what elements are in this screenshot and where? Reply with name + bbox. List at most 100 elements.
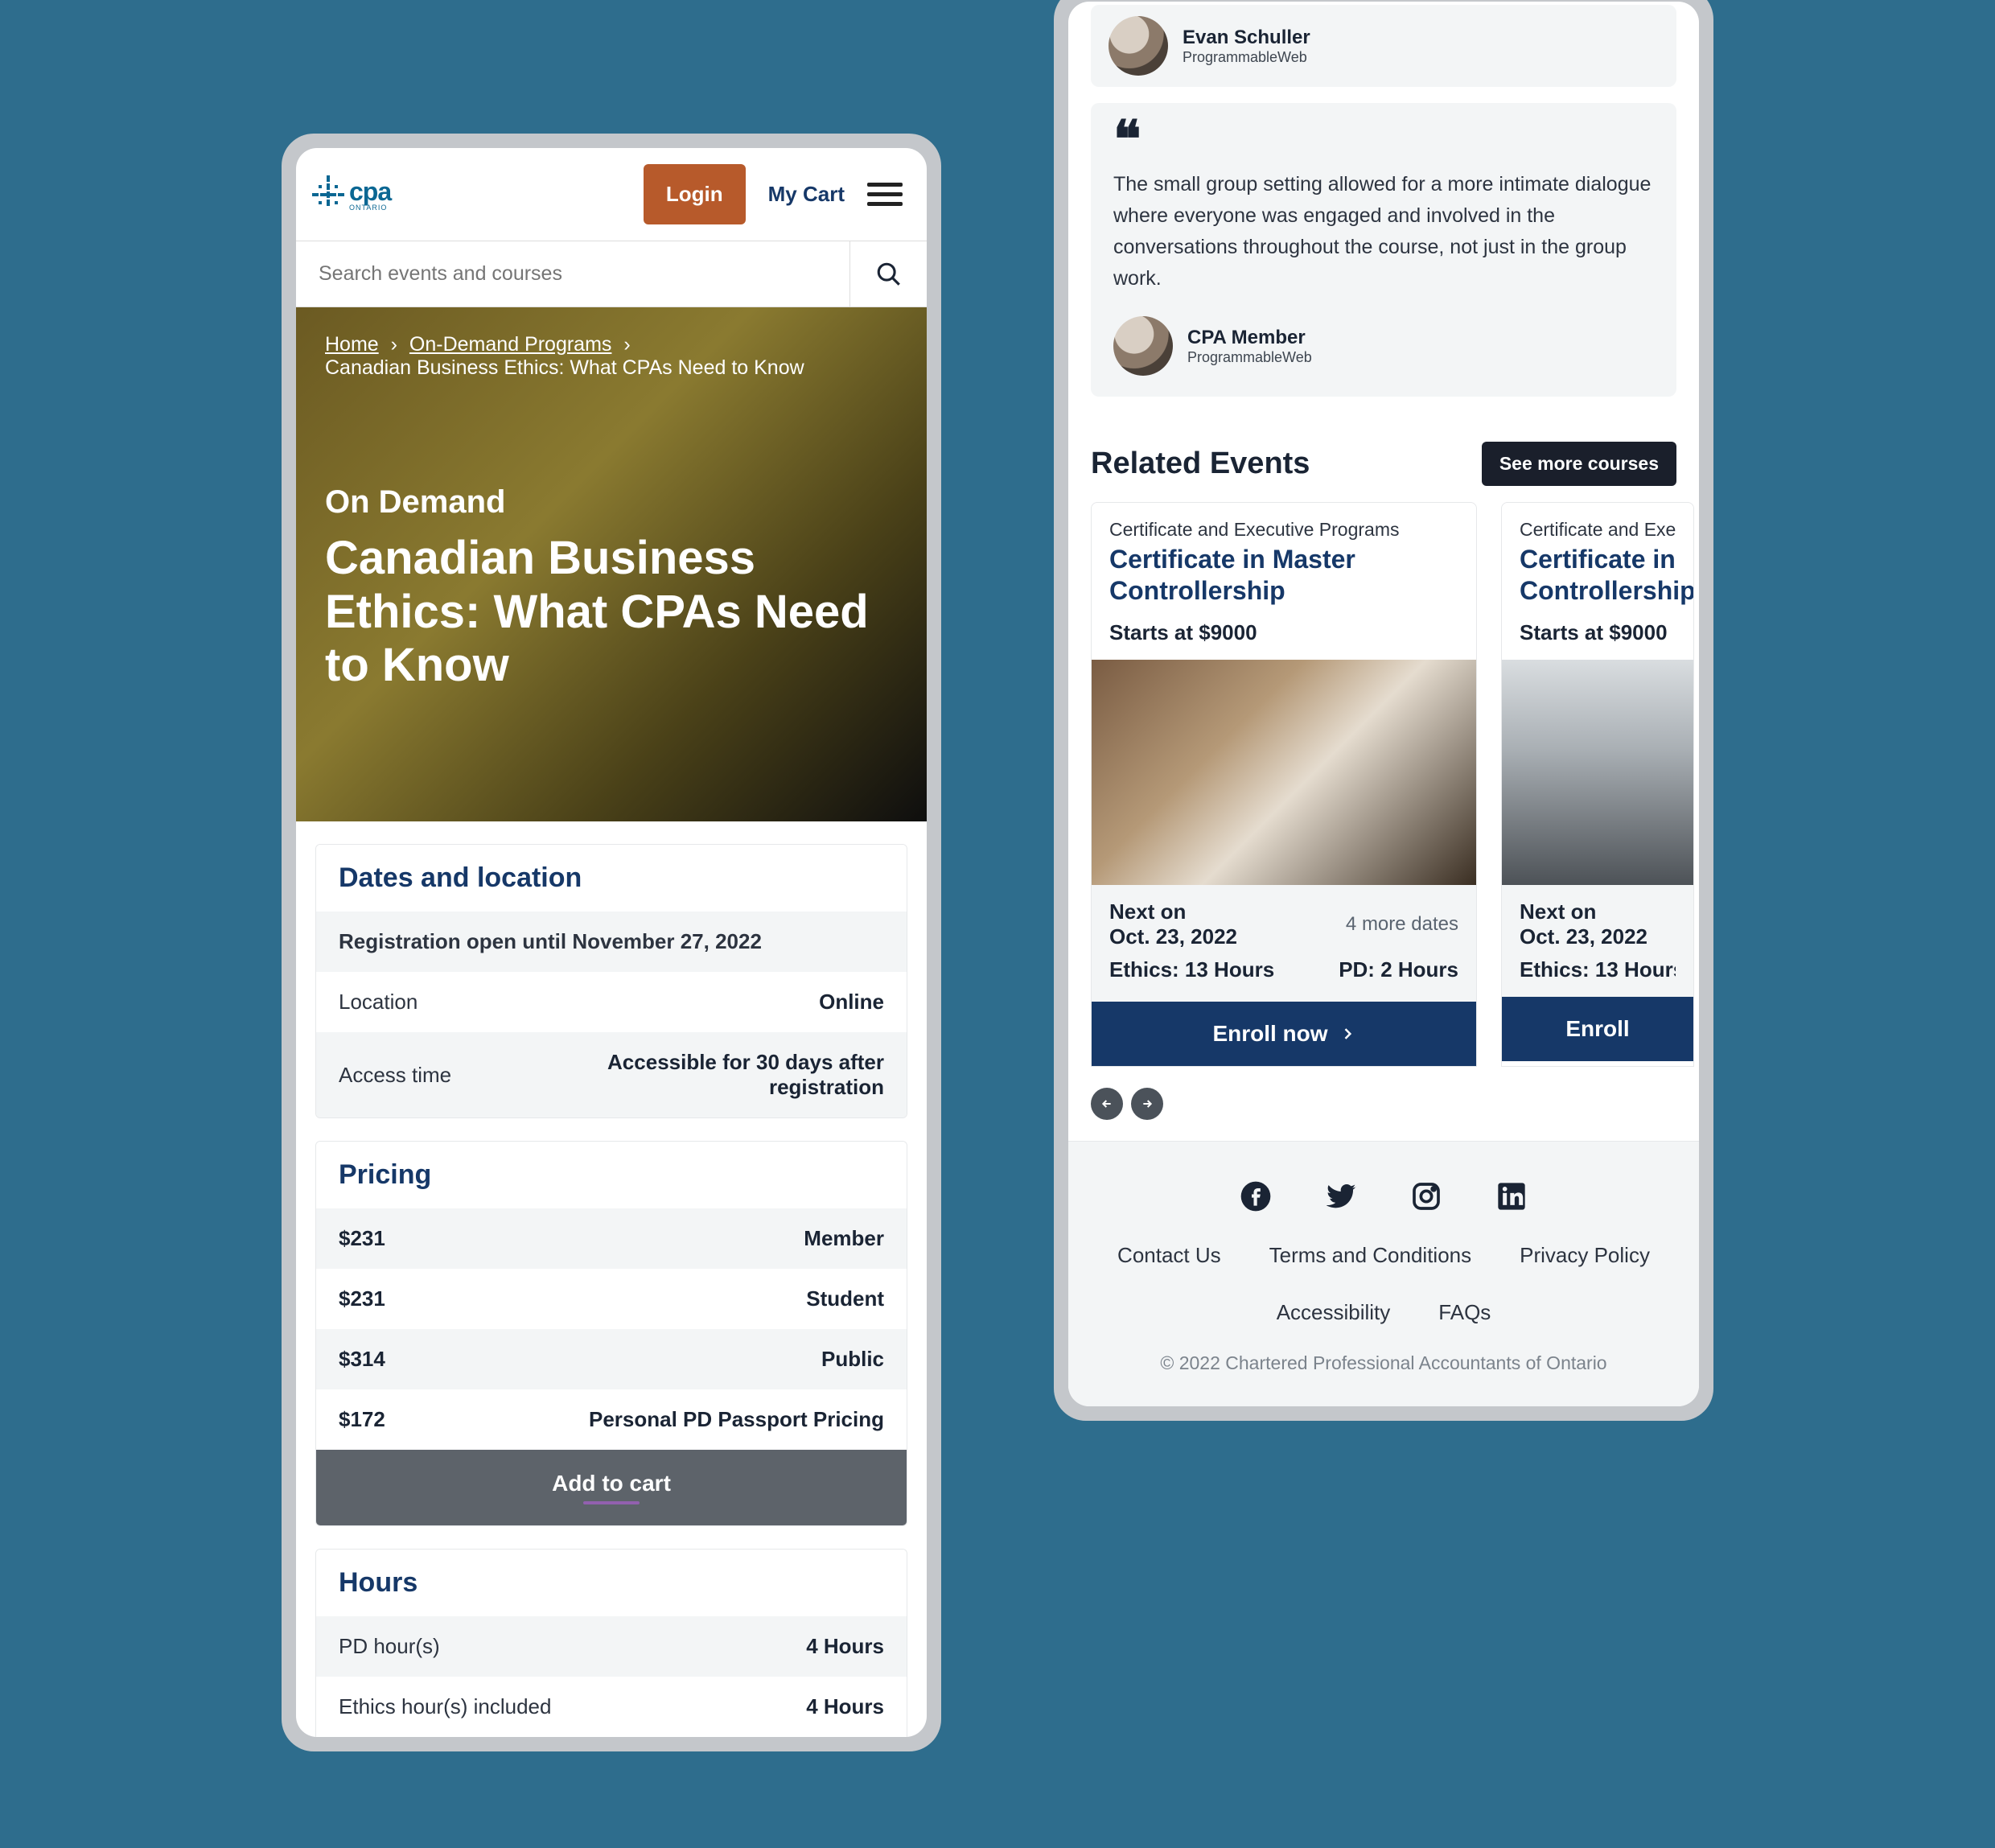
avatar: [1109, 16, 1168, 76]
pricing-card: Pricing $231 Member $231 Student $314 Pu…: [315, 1141, 907, 1526]
searchbar: [296, 241, 927, 307]
footer-links: Contact Us Terms and Conditions Privacy …: [1100, 1243, 1667, 1325]
related-2-next-label: Next on: [1520, 899, 1676, 924]
testimonial-2-sub: ProgrammableWeb: [1187, 349, 1312, 366]
add-to-cart-button[interactable]: Add to cart: [316, 1450, 907, 1525]
socials: [1100, 1180, 1667, 1212]
location-value: Online: [819, 990, 884, 1015]
testimonial-1: Evan Schuller ProgrammableWeb: [1091, 5, 1676, 87]
hero: Home › On-Demand Programs › Canadian Bus…: [296, 307, 927, 821]
add-to-cart-label: Add to cart: [552, 1471, 671, 1496]
testimonial-2-name: CPA Member: [1187, 327, 1312, 349]
enroll-button-1[interactable]: Enroll now: [1092, 1002, 1476, 1066]
pd-hours-value: 4 Hours: [806, 1634, 884, 1659]
related-1-more-dates: 4 more dates: [1346, 913, 1458, 936]
arrow-left-icon: [1100, 1097, 1113, 1110]
related-title: Related Events: [1091, 447, 1310, 481]
related-2-image: [1502, 660, 1693, 885]
screen-right: Evan Schuller ProgrammableWeb ❝ The smal…: [1068, 2, 1699, 1406]
related-1-next-label: Next on: [1109, 899, 1237, 924]
testimonial-2: ❝ The small group setting allowed for a …: [1091, 103, 1676, 397]
related-1-title: Certificate in Master Controllership: [1092, 544, 1476, 606]
related-scroll[interactable]: Certificate and Executive Programs Certi…: [1068, 502, 1699, 1067]
enroll-button-2[interactable]: Enroll: [1502, 997, 1693, 1061]
footer-accessibility[interactable]: Accessibility: [1277, 1300, 1391, 1325]
see-more-button[interactable]: See more courses: [1482, 442, 1676, 486]
testimonial-2-quote: The small group setting allowed for a mo…: [1113, 169, 1654, 294]
enroll-2-label: Enroll: [1565, 1016, 1629, 1042]
phone-left: cpa ONTARIO Login My Cart Home › O: [282, 134, 941, 1751]
footer-privacy[interactable]: Privacy Policy: [1520, 1243, 1650, 1268]
hero-label: On Demand: [325, 484, 898, 521]
related-1-next-date: Oct. 23, 2022: [1109, 924, 1237, 949]
page-title: Canadian Business Ethics: What CPAs Need…: [325, 532, 898, 693]
linkedin-link[interactable]: [1495, 1180, 1528, 1212]
login-button[interactable]: Login: [644, 164, 746, 224]
twitter-link[interactable]: [1325, 1180, 1357, 1212]
related-1-category: Certificate and Executive Programs: [1092, 503, 1476, 544]
pd-hours-row: PD hour(s) 4 Hours: [316, 1616, 907, 1677]
related-2-price: Starts at $9000: [1502, 606, 1693, 660]
price-row-passport: $172 Personal PD Passport Pricing: [316, 1389, 907, 1450]
footer-faqs[interactable]: FAQs: [1438, 1300, 1491, 1325]
linkedin-icon: [1495, 1180, 1528, 1212]
ethics-hours-row: Ethics hour(s) included 4 Hours: [316, 1677, 907, 1737]
facebook-link[interactable]: [1240, 1180, 1272, 1212]
related-card-1[interactable]: Certificate and Executive Programs Certi…: [1091, 502, 1477, 1067]
related-2-ethics: Ethics: 13 Hours: [1520, 957, 1676, 982]
price-member-label: Member: [804, 1226, 884, 1251]
related-1-meta: Next on Oct. 23, 2022 4 more dates Ethic…: [1092, 885, 1476, 1002]
logo-text: cpa: [349, 177, 391, 207]
related-1-ethics: Ethics: 13 Hours: [1109, 957, 1274, 982]
testimonial-1-name: Evan Schuller: [1183, 27, 1310, 49]
price-passport-label: Personal PD Passport Pricing: [589, 1407, 884, 1432]
chevron-right-icon: [1339, 1026, 1355, 1042]
breadcrumb-current: Canadian Business Ethics: What CPAs Need…: [325, 356, 804, 379]
access-row: Access time Accessible for 30 days after…: [316, 1032, 907, 1117]
price-student: $231: [339, 1286, 385, 1311]
enroll-1-label: Enroll now: [1212, 1021, 1327, 1047]
prev-button[interactable]: [1091, 1088, 1123, 1120]
quote-icon: ❝: [1113, 124, 1654, 154]
menu-icon[interactable]: [867, 183, 903, 206]
twitter-icon: [1325, 1180, 1357, 1212]
related-card-2[interactable]: Certificate and Exe Certificate in Contr…: [1501, 502, 1694, 1067]
logo[interactable]: cpa ONTARIO: [312, 175, 391, 214]
pricing-head: Pricing: [316, 1142, 907, 1208]
copyright: © 2022 Chartered Professional Accountant…: [1100, 1352, 1667, 1374]
footer-contact[interactable]: Contact Us: [1117, 1243, 1221, 1268]
footer-terms[interactable]: Terms and Conditions: [1269, 1243, 1471, 1268]
hours-card: Hours PD hour(s) 4 Hours Ethics hour(s) …: [315, 1549, 907, 1737]
logo-subtext: ONTARIO: [349, 204, 391, 212]
related-1-pd: PD: 2 Hours: [1339, 957, 1458, 982]
instagram-link[interactable]: [1410, 1180, 1442, 1212]
registration-text: Registration open until November 27, 202…: [339, 929, 762, 954]
my-cart-link[interactable]: My Cart: [768, 182, 845, 207]
ethics-hours-label: Ethics hour(s) included: [339, 1694, 551, 1719]
dates-head: Dates and location: [316, 845, 907, 912]
access-label: Access time: [339, 1063, 451, 1088]
location-row: Location Online: [316, 972, 907, 1032]
next-button[interactable]: [1131, 1088, 1163, 1120]
breadcrumb-programs[interactable]: On-Demand Programs: [409, 333, 611, 356]
testimonial-1-sub: ProgrammableWeb: [1183, 49, 1310, 66]
footer: Contact Us Terms and Conditions Privacy …: [1068, 1141, 1699, 1406]
search-input[interactable]: [296, 241, 849, 307]
price-student-label: Student: [806, 1286, 884, 1311]
price-member: $231: [339, 1226, 385, 1251]
dates-card: Dates and location Registration open unt…: [315, 844, 907, 1118]
price-passport: $172: [339, 1407, 385, 1432]
ethics-hours-value: 4 Hours: [806, 1694, 884, 1719]
price-row-student: $231 Student: [316, 1269, 907, 1329]
location-label: Location: [339, 990, 418, 1015]
pd-hours-label: PD hour(s): [339, 1634, 440, 1659]
topbar: cpa ONTARIO Login My Cart: [296, 148, 927, 241]
topbar-right: Login My Cart: [644, 164, 903, 224]
search-button[interactable]: [849, 241, 927, 307]
facebook-icon: [1240, 1180, 1272, 1212]
breadcrumb-home[interactable]: Home: [325, 333, 379, 356]
price-public-label: Public: [821, 1347, 884, 1372]
arrow-right-icon: [1141, 1097, 1154, 1110]
logo-icon: [312, 175, 344, 214]
hours-head: Hours: [316, 1550, 907, 1616]
